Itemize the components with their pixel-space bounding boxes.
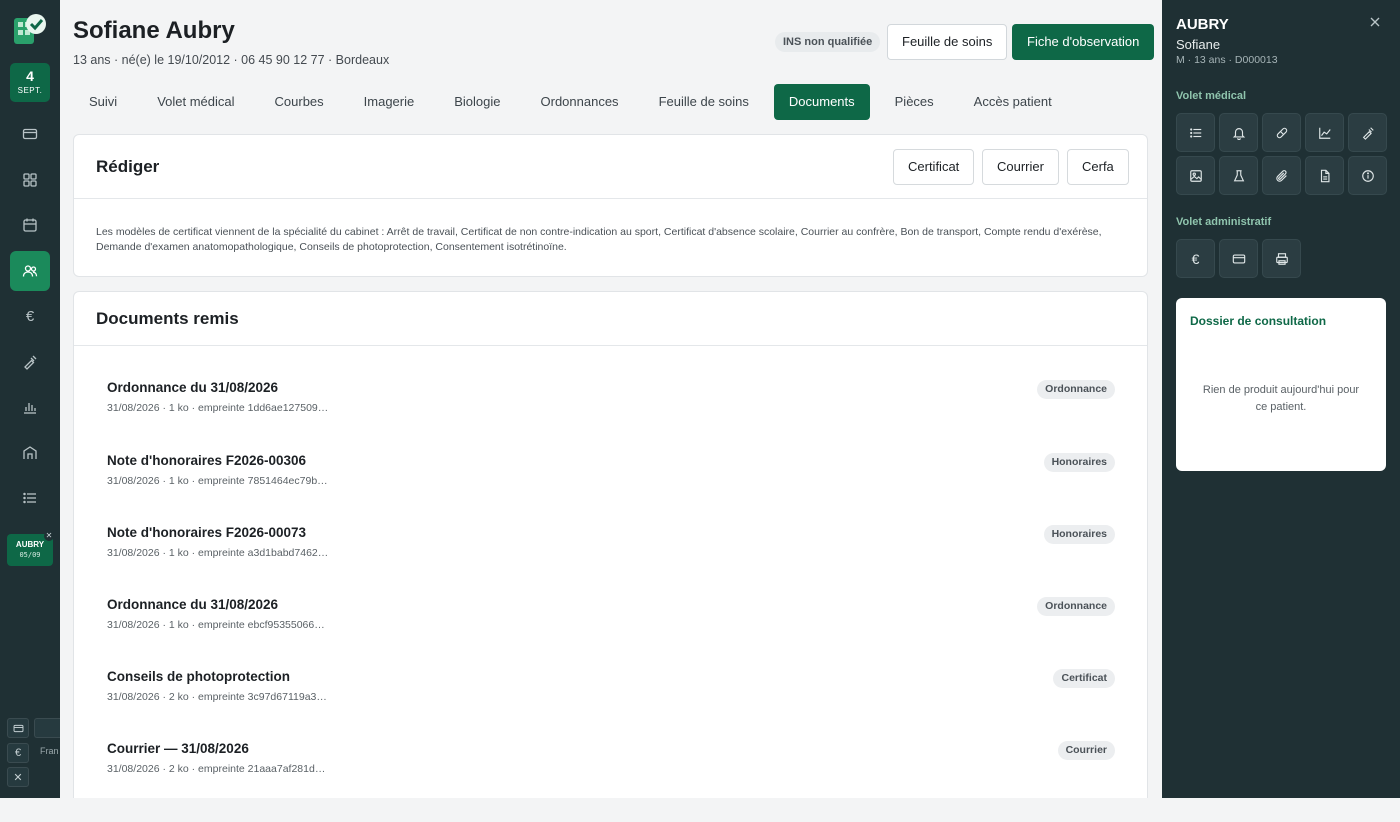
syringe-icon[interactable] bbox=[1348, 113, 1387, 152]
tab-biologie[interactable]: Biologie bbox=[439, 84, 515, 120]
app: 4 SEPT. € AUBRY 05/09 ✕ € Fran ✕ Sofiane… bbox=[0, 0, 1400, 798]
mini-euro-icon[interactable]: € bbox=[7, 743, 29, 763]
document-meta: 31/08/2026 · 1 ko · empreinte 7851464ec7… bbox=[107, 475, 328, 487]
document-item[interactable]: Courrier — 31/08/2026 31/08/2026 · 2 ko … bbox=[107, 738, 1115, 788]
close-patient-tab-icon[interactable]: ✕ bbox=[44, 531, 54, 541]
document-item[interactable]: Note d'honoraires F2026-00306 31/08/2026… bbox=[107, 450, 1115, 500]
close-panel-icon[interactable] bbox=[1368, 15, 1382, 29]
app-logo[interactable] bbox=[12, 12, 48, 48]
euro-icon[interactable]: € bbox=[1176, 239, 1215, 278]
panel-patient-sub: M · 13 ans · D000013 bbox=[1176, 54, 1278, 66]
dossier-empty-text: Rien de produit aujourd'hui pour ce pati… bbox=[1202, 384, 1360, 413]
document-type-badge: Honoraires bbox=[1043, 525, 1115, 544]
open-patient-tab-date: 05/09 bbox=[19, 551, 41, 559]
flask-icon[interactable] bbox=[1219, 156, 1258, 195]
tab-suivi[interactable]: Suivi bbox=[74, 84, 132, 120]
document-meta: 31/08/2026 · 1 ko · empreinte a3d1babd74… bbox=[107, 547, 329, 559]
left-rail: 4 SEPT. € AUBRY 05/09 ✕ € Fran ✕ bbox=[0, 0, 60, 798]
card-icon[interactable] bbox=[1219, 239, 1258, 278]
tab-acces-patient[interactable]: Accès patient bbox=[959, 84, 1067, 120]
document-item[interactable]: Ordonnance du 31/08/2026 31/08/2026 · 1 … bbox=[107, 594, 1115, 644]
document-meta: 31/08/2026 · 2 ko · empreinte 21aaa7af28… bbox=[107, 763, 326, 775]
patient-name: Sofiane Aubry bbox=[73, 17, 235, 44]
document-meta: 31/08/2026 · 1 ko · empreinte 1dd6ae1275… bbox=[107, 402, 329, 414]
nav-grid-icon[interactable] bbox=[10, 160, 50, 200]
tab-courbes[interactable]: Courbes bbox=[260, 84, 339, 120]
mini-text: Fran bbox=[40, 746, 59, 756]
nav-chart-icon[interactable] bbox=[10, 387, 50, 427]
volet-medical-heading: Volet médical bbox=[1176, 90, 1247, 102]
paperclip-icon[interactable] bbox=[1262, 156, 1301, 195]
nav-calendar-icon[interactable] bbox=[10, 205, 50, 245]
fiche-observation-button[interactable]: Fiche d'observation bbox=[1012, 24, 1155, 60]
panel-patient-firstname: Sofiane bbox=[1176, 37, 1221, 52]
document-type-badge: Courrier bbox=[1057, 741, 1115, 760]
tab-documents[interactable]: Documents bbox=[773, 84, 870, 120]
date-month: SEPT. bbox=[17, 86, 43, 95]
patient-tabs: Suivi Volet médical Courbes Imagerie Bio… bbox=[74, 84, 1077, 120]
document-title: Courrier — 31/08/2026 bbox=[107, 741, 249, 756]
document-meta: 31/08/2026 · 2 ko · empreinte 3c97d67119… bbox=[107, 691, 327, 703]
document-title: Conseils de photoprotection bbox=[107, 669, 291, 684]
nav-patients-icon[interactable] bbox=[10, 251, 50, 291]
document-icon[interactable] bbox=[1305, 156, 1344, 195]
date-badge[interactable]: 4 SEPT. bbox=[10, 63, 50, 102]
dossier-title: Dossier de consultation bbox=[1190, 314, 1327, 328]
document-title: Note d'honoraires F2026-00073 bbox=[107, 525, 307, 540]
document-type-badge: Ordonnance bbox=[1037, 597, 1115, 616]
ins-status-badge: INS non qualifiée bbox=[775, 32, 881, 52]
tab-feuille-de-soins[interactable]: Feuille de soins bbox=[644, 84, 764, 120]
document-item[interactable]: Ordonnance du 31/08/2026 31/08/2026 · 1 … bbox=[107, 377, 1115, 427]
rediger-card: Rédiger Certificat Courrier Cerfa Les mo… bbox=[73, 134, 1148, 277]
pill-icon[interactable] bbox=[1262, 113, 1301, 152]
nav-list-icon[interactable] bbox=[10, 478, 50, 518]
document-item[interactable]: Note d'honoraires F2026-00073 31/08/2026… bbox=[107, 522, 1115, 572]
list-icon[interactable] bbox=[1176, 113, 1215, 152]
document-meta: 31/08/2026 · 1 ko · empreinte ebcf953550… bbox=[107, 619, 325, 631]
patient-side-panel: AUBRY Sofiane M · 13 ans · D000013 Volet… bbox=[1162, 0, 1400, 798]
courrier-button[interactable]: Courrier bbox=[982, 149, 1059, 185]
nav-card-icon[interactable] bbox=[10, 114, 50, 154]
feuille-de-soins-button[interactable]: Feuille de soins bbox=[887, 24, 1008, 60]
documents-card: Documents remis Ordonnance du 31/08/2026… bbox=[73, 291, 1148, 798]
volet-administratif-heading: Volet administratif bbox=[1176, 216, 1272, 228]
document-item[interactable]: Conseils de photoprotection 31/08/2026 ·… bbox=[107, 666, 1115, 716]
bell-icon[interactable] bbox=[1219, 113, 1258, 152]
document-type-badge: Ordonnance bbox=[1037, 380, 1115, 399]
rediger-title: Rédiger bbox=[96, 157, 160, 176]
document-title: Note d'honoraires F2026-00306 bbox=[107, 453, 307, 468]
certificate-templates-note: Les modèles de certificat viennent de la… bbox=[96, 226, 1102, 253]
tab-pieces[interactable]: Pièces bbox=[880, 84, 949, 120]
tab-ordonnances[interactable]: Ordonnances bbox=[526, 84, 634, 120]
nav-building-icon[interactable] bbox=[10, 433, 50, 473]
mini-card-icon[interactable] bbox=[7, 718, 29, 738]
main-content: Sofiane Aubry 13 ans · né(e) le 19/10/20… bbox=[60, 0, 1162, 798]
panel-patient-lastname: AUBRY bbox=[1176, 16, 1229, 33]
cerfa-button[interactable]: Cerfa bbox=[1067, 149, 1129, 185]
dossier-consultation-card: Dossier de consultation Rien de produit … bbox=[1176, 298, 1386, 471]
document-title: Ordonnance du 31/08/2026 bbox=[107, 597, 279, 612]
open-patient-tab-name: AUBRY bbox=[15, 540, 45, 549]
nav-syringe-icon[interactable] bbox=[10, 342, 50, 382]
date-day: 4 bbox=[26, 68, 34, 84]
tab-volet-medical[interactable]: Volet médical bbox=[142, 84, 249, 120]
certificat-button[interactable]: Certificat bbox=[893, 149, 975, 185]
document-type-badge: Certificat bbox=[1053, 669, 1115, 688]
rediger-card-header: Rédiger Certificat Courrier Cerfa bbox=[74, 135, 1147, 199]
trend-chart-icon[interactable] bbox=[1305, 113, 1344, 152]
nav-euro-icon[interactable]: € bbox=[10, 296, 50, 336]
document-title: Ordonnance du 31/08/2026 bbox=[107, 380, 279, 395]
image-icon[interactable] bbox=[1176, 156, 1215, 195]
mini-input[interactable] bbox=[34, 718, 60, 738]
patient-info: 13 ans · né(e) le 19/10/2012 · 06 45 90 … bbox=[73, 53, 390, 67]
tab-imagerie[interactable]: Imagerie bbox=[349, 84, 430, 120]
info-icon[interactable] bbox=[1348, 156, 1387, 195]
document-type-badge: Honoraires bbox=[1043, 453, 1115, 472]
mini-close-icon[interactable]: ✕ bbox=[7, 767, 29, 787]
printer-icon[interactable] bbox=[1262, 239, 1301, 278]
documents-card-header: Documents remis bbox=[74, 292, 1147, 346]
documents-title: Documents remis bbox=[96, 309, 239, 328]
